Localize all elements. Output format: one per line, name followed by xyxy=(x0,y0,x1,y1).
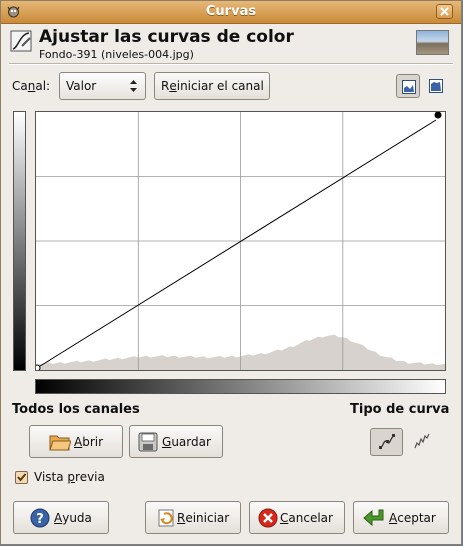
ok-button[interactable]: Aceptar xyxy=(353,501,449,534)
image-name: Fondo-391 (niveles-004.jpg) xyxy=(39,48,194,61)
reset-channel-label: Re iniciar el canal xyxy=(161,79,264,93)
all-channels-label: Todos los canales xyxy=(12,402,140,417)
save-button-label: Guardar xyxy=(162,434,211,449)
smooth-curve-toggle[interactable] xyxy=(370,428,403,456)
cancel-icon xyxy=(258,508,278,527)
freehand-curve-toggle[interactable] xyxy=(409,428,435,456)
linear-histogram-toggle[interactable] xyxy=(396,74,420,98)
ok-button-label: Aceptar xyxy=(389,510,436,525)
close-button[interactable] xyxy=(436,4,453,19)
smooth-curve-icon xyxy=(379,434,395,449)
channel-label: Canal: xyxy=(12,79,51,93)
curve-type-label: Tipo de curva xyxy=(350,402,450,417)
curve-line xyxy=(36,119,437,369)
close-icon xyxy=(440,7,449,16)
log-histogram-icon xyxy=(429,79,443,93)
cancel-button[interactable]: Cancelar xyxy=(249,501,345,534)
open-button-label: Abrir xyxy=(74,434,104,449)
help-button[interactable]: ? Ayuda xyxy=(13,501,109,534)
ok-arrow-icon xyxy=(363,509,384,526)
reset-button[interactable]: Reiniciar xyxy=(145,501,241,534)
linear-histogram-icon xyxy=(402,80,416,94)
title-bar[interactable]: Curvas xyxy=(1,1,461,24)
save-floppy-icon xyxy=(138,432,158,451)
reset-button-label: Reiniciar xyxy=(177,510,230,525)
curves-dialog: Curvas Ajustar las curvas de color Fondo… xyxy=(0,0,462,545)
freehand-curve-icon xyxy=(414,433,430,449)
reset-channel-button[interactable]: Re iniciar el canal xyxy=(154,72,270,100)
checkmark-icon xyxy=(17,473,27,482)
channel-select[interactable]: Valor xyxy=(59,72,146,100)
dialog-heading: Ajustar las curvas de color xyxy=(39,27,294,47)
save-button[interactable]: Guardar xyxy=(129,425,223,458)
curve-control-point xyxy=(33,364,41,372)
channel-select-value: Valor xyxy=(66,79,97,93)
open-button[interactable]: Abrir xyxy=(29,425,123,458)
reset-icon xyxy=(158,509,174,526)
cancel-button-label: Cancelar xyxy=(280,510,333,525)
log-histogram-toggle[interactable] xyxy=(424,74,448,98)
help-button-label: Ayuda xyxy=(54,510,92,525)
preview-checkbox[interactable] xyxy=(15,471,28,484)
updown-arrow-icon xyxy=(130,80,137,92)
preview-label[interactable]: Vista previa xyxy=(34,470,105,484)
open-folder-icon xyxy=(49,435,71,450)
image-thumbnail xyxy=(416,30,449,55)
curve-editor[interactable] xyxy=(33,111,446,372)
window-title: Curvas xyxy=(205,4,257,19)
header-separator xyxy=(9,63,453,65)
input-gradient-bar xyxy=(35,379,446,394)
curves-tool-icon xyxy=(10,30,32,52)
output-gradient-bar xyxy=(13,111,26,371)
help-icon: ? xyxy=(30,508,50,527)
curve-control-point xyxy=(434,111,442,119)
svg-text:?: ? xyxy=(36,512,44,527)
curve-canvas[interactable] xyxy=(33,111,445,372)
